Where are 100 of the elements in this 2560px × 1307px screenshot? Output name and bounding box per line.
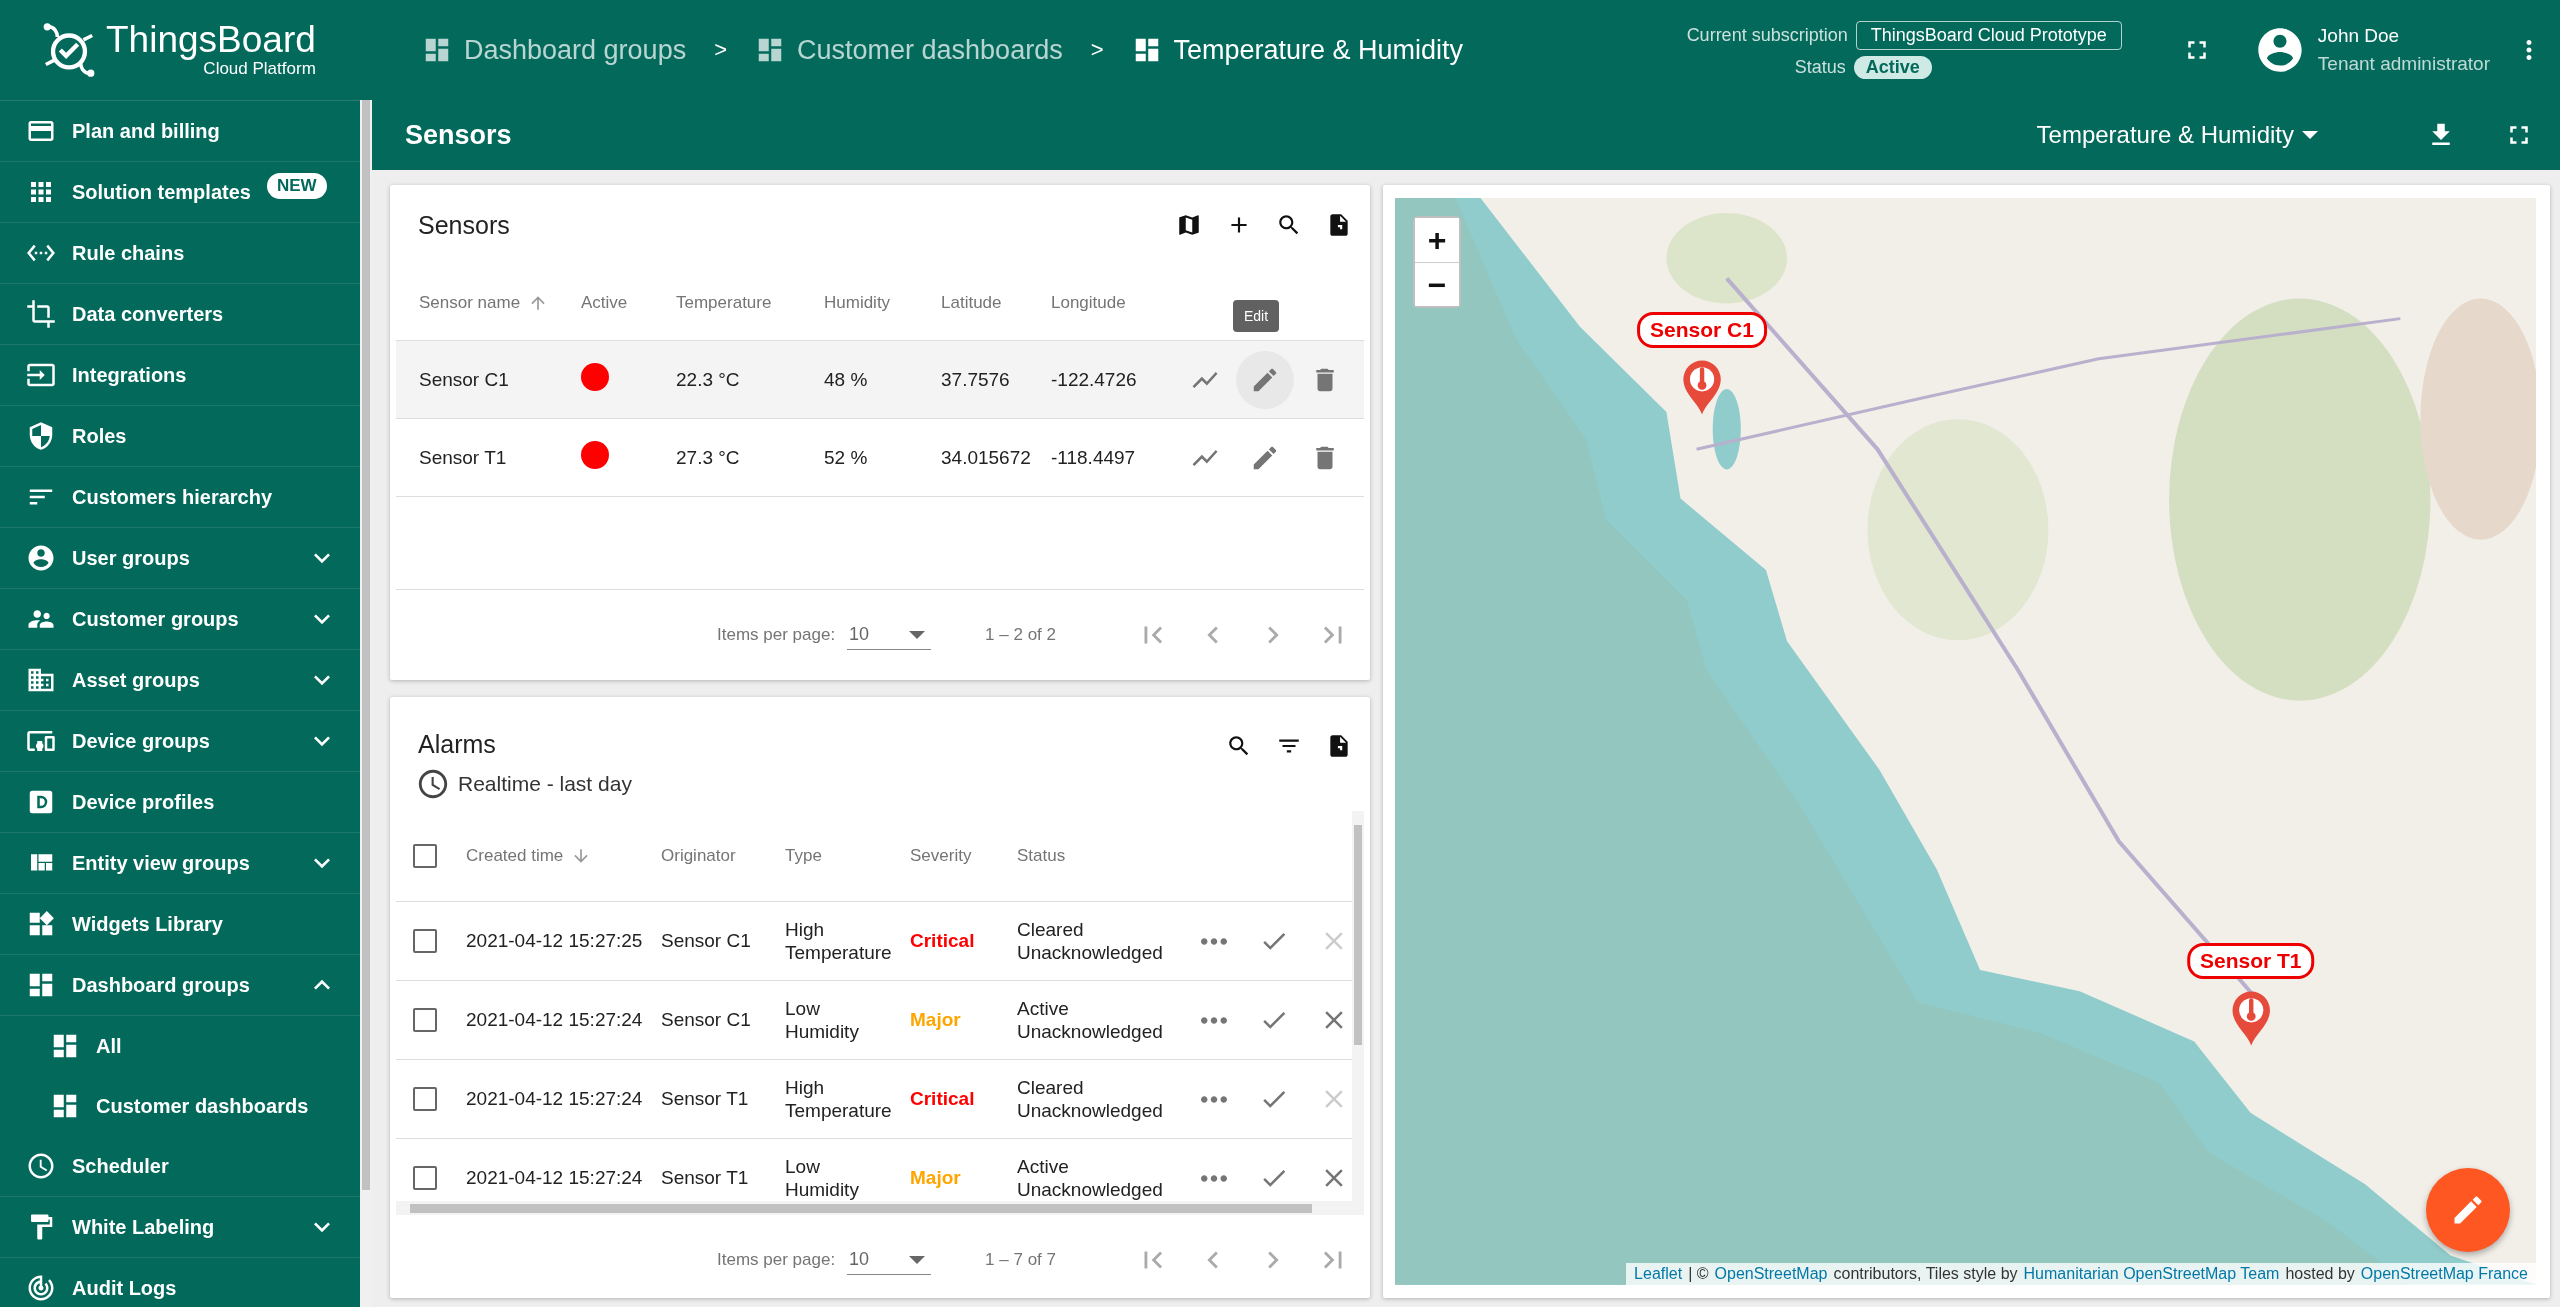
severity-label: Major [910, 1009, 962, 1031]
column-header[interactable]: Severity [910, 846, 972, 866]
sidebar-item[interactable]: Widgets Library [0, 894, 360, 955]
status-label: Status [1794, 57, 1846, 78]
column-header[interactable]: Longitude [1051, 292, 1126, 313]
breadcrumb-link[interactable]: Customer dashboards [755, 34, 1063, 66]
table-cell-text: -122.4726 [1051, 368, 1138, 391]
status-badge: Active [1853, 56, 1932, 79]
widget-title: Alarms [418, 730, 497, 759]
sidebar-item[interactable]: Scheduler [0, 1136, 360, 1197]
table-cell-text: 34.015672 [941, 446, 1032, 469]
sidebar-item[interactable]: White Labeling [0, 1197, 360, 1258]
checkbox[interactable] [413, 929, 437, 953]
breadcrumb-separator: > [714, 37, 727, 63]
table-cell-text: Sensor C1 [419, 368, 510, 391]
breadcrumb-separator: > [1090, 37, 1104, 63]
table-cell-text: 2021-04-12 15:27:25 [466, 930, 644, 952]
table-cell-text: High Temperature [785, 918, 893, 964]
attribution-text: | © [1688, 1264, 1709, 1283]
column-header[interactable]: Temperature [676, 292, 772, 313]
marker-label: Sensor T1 [2187, 943, 2315, 980]
checkbox[interactable] [413, 844, 437, 868]
sidebar-item[interactable]: Device groups [0, 711, 360, 772]
breadcrumb-link[interactable]: Dashboard groups [422, 34, 687, 66]
table-cell-text: 37.7576 [941, 368, 1011, 391]
state-selector[interactable]: Temperature & Humidity [2036, 121, 2318, 149]
table-cell-text: 27.3 °C [676, 446, 741, 469]
scrollbar[interactable] [360, 100, 372, 1307]
table-cell-text: 22.3 °C [676, 368, 741, 391]
table-cell-text: Sensor T1 [419, 446, 508, 469]
checkbox[interactable] [413, 1008, 437, 1032]
plan-badge: ThingsBoard Cloud Prototype [1855, 21, 2122, 50]
table-cell-text: Sensor T1 [661, 1167, 750, 1189]
dropdown-arrow-icon [909, 630, 926, 639]
timewindow-button[interactable]: Realtime - last day [390, 759, 632, 801]
map-icon[interactable] [1176, 212, 1202, 238]
column-header[interactable]: Status [1017, 846, 1066, 866]
table-cell-text: Cleared Unacknowledged [1017, 918, 1164, 964]
table-cell-text: 2021-04-12 15:27:24 [466, 1009, 644, 1031]
zoom-out-button[interactable]: − [1415, 262, 1459, 306]
sidebar-item[interactable]: Entity view groups [0, 833, 360, 894]
breadcrumb-link[interactable]: Temperature & Humidity [1131, 34, 1464, 66]
attribution-text: contributors, Tiles style by [1833, 1264, 2018, 1283]
severity-label: Major [910, 1167, 962, 1189]
severity-label: Critical [910, 1088, 976, 1110]
table-cell-text: Cleared Unacknowledged [1017, 1076, 1164, 1122]
sidebar-item[interactable]: Customer groups [0, 589, 360, 650]
column-header[interactable]: Type [785, 846, 822, 866]
scrollbar[interactable] [1352, 811, 1364, 1201]
widget-title: Sensors [418, 210, 511, 240]
sidebar-item[interactable]: Roles [0, 406, 360, 467]
items-per-page-label: Items per page: [717, 1250, 836, 1270]
checkbox[interactable] [413, 1166, 437, 1190]
sidebar-subitem[interactable]: All [0, 1016, 360, 1076]
clock-icon [416, 767, 450, 801]
column-header[interactable]: Created time [466, 846, 564, 866]
table-cell-text: Sensor C1 [661, 1009, 752, 1031]
dropdown-arrow-icon [909, 1255, 926, 1264]
more-dots-icon [1201, 1095, 1227, 1103]
column-header[interactable]: Originator [661, 846, 736, 866]
more-dots-icon [1201, 1016, 1227, 1024]
column-header[interactable]: Humidity [824, 292, 891, 313]
page-range: 1 – 7 of 7 [985, 1250, 1056, 1270]
attribution-link[interactable]: OpenStreetMap France [2360, 1264, 2528, 1283]
checkbox[interactable] [413, 1087, 437, 1111]
scrollbar[interactable] [396, 1201, 1364, 1215]
table-cell-text: Sensor T1 [661, 1088, 750, 1110]
new-badge: NEW [266, 173, 327, 199]
attribution-link[interactable]: Leaflet [1634, 1264, 1683, 1283]
dropdown-arrow-icon [2302, 131, 2318, 139]
table-cell-text: Active Unacknowledged [1017, 1155, 1164, 1201]
sidebar-item[interactable]: Solution templates NEW [0, 162, 360, 223]
sidebar-item[interactable]: User groups [0, 528, 360, 589]
column-header[interactable]: Active [581, 292, 628, 313]
attribution-link[interactable]: OpenStreetMap [1714, 1264, 1828, 1283]
attribution-link[interactable]: Humanitarian OpenStreetMap Team [2023, 1264, 2280, 1283]
items-per-page-label: Items per page: [717, 625, 836, 645]
column-header[interactable]: Sensor name [419, 292, 521, 313]
attribution-text: hosted by [2285, 1264, 2355, 1283]
sidebar-item[interactable]: Integrations [0, 345, 360, 406]
sidebar-subitem[interactable]: Customer dashboards [0, 1076, 360, 1136]
sidebar-item[interactable]: Dashboard groups [0, 955, 360, 1016]
sidebar-item[interactable]: Plan and billing [0, 101, 360, 162]
table-cell-text: Sensor C1 [661, 930, 752, 952]
page-size-select[interactable]: 10 [847, 620, 932, 650]
dashboard-title: Sensors [405, 119, 513, 151]
user-role: Tenant administrator [2317, 53, 2490, 75]
sidebar-item[interactable]: Data converters [0, 284, 360, 345]
page-range: 1 – 2 of 2 [985, 625, 1056, 645]
more-dots-icon [1201, 1174, 1227, 1182]
table-cell-text: 2021-04-12 15:27:24 [466, 1167, 644, 1189]
crop-icon [26, 299, 56, 329]
sidebar-item[interactable]: Device profiles [0, 772, 360, 833]
radar-icon [26, 1273, 56, 1303]
table-cell-text: Low Humidity [785, 997, 860, 1043]
more-dots-icon [1201, 937, 1227, 945]
marker-label: Sensor C1 [1637, 312, 1767, 349]
column-header[interactable]: Latitude [941, 292, 1002, 313]
sidebar-item[interactable]: Asset groups [0, 650, 360, 711]
page-size-select[interactable]: 10 [847, 1245, 932, 1275]
